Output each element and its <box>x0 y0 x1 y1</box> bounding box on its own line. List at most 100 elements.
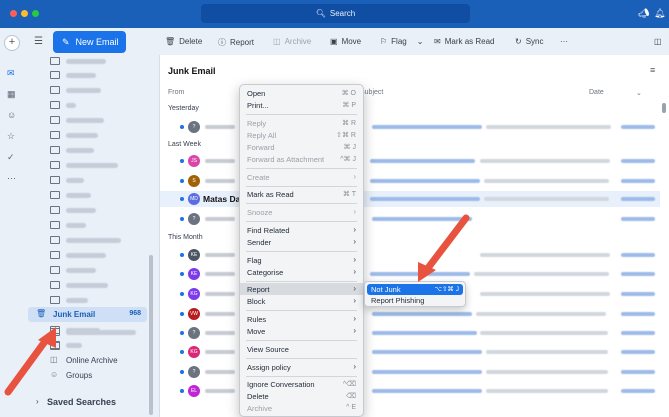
chevron-down-icon[interactable]: ⌄ <box>417 37 424 46</box>
delete-button[interactable]: 🗑︎ Delete <box>165 37 202 46</box>
folder-item[interactable] <box>50 85 150 96</box>
people-icon[interactable]: ☺ <box>7 110 16 120</box>
unread-dot <box>180 350 184 354</box>
toolbar: + ☰ ✎ New Email 🗑︎ Delete ⓘ Report ◫ Archiv… <box>0 28 669 55</box>
new-email-button[interactable]: ✎ New Email <box>53 31 126 53</box>
avatar: ? <box>188 121 200 133</box>
archive-button[interactable]: ◫ Archive <box>273 37 311 46</box>
column-date[interactable]: Date <box>589 89 604 96</box>
message-row[interactable]: JS <box>160 153 660 169</box>
add-account-button[interactable]: + <box>4 35 20 51</box>
more-apps-icon[interactable]: ⋯ <box>7 173 16 184</box>
menu-item-move[interactable]: Move › <box>240 325 363 337</box>
message-row-selected[interactable]: MD Matas Da <box>160 191 660 207</box>
menu-item-print[interactable]: Print... ⌘ P <box>240 99 363 111</box>
message-list: Junk Email ≡ From Subject Date ⌄ Yesterd… <box>159 55 669 417</box>
mark-as-read-button[interactable]: ✉ Mark as Read <box>434 37 495 46</box>
folder-scrollbar[interactable] <box>149 255 153 415</box>
menu-item-forward-as-attachment: Forward as Attachment ^⌘ J <box>247 155 356 164</box>
mail-icon[interactable]: ✉ <box>7 68 15 79</box>
folder-item[interactable] <box>50 327 150 338</box>
move-button[interactable]: ▣ Move <box>330 37 361 46</box>
submenu-item-not-junk[interactable]: Not Junk ⌥⇧⌘ J <box>367 284 463 295</box>
folder-item-online-archive[interactable]: Online Archive <box>66 356 118 365</box>
message-row[interactable]: S <box>160 173 660 189</box>
folder-item[interactable] <box>50 341 150 352</box>
report-button[interactable]: ⓘ Report <box>218 37 254 48</box>
unread-dot <box>180 179 184 183</box>
archive-icon: ◫ <box>273 37 281 46</box>
message-row[interactable]: VW <box>160 306 660 322</box>
menu-item-mark-as-read[interactable]: Mark as Read ⌘ T <box>240 188 363 200</box>
favorites-star-icon[interactable]: ☆ <box>7 131 15 142</box>
new-email-label: New Email <box>75 37 119 47</box>
folder-item-junk-email[interactable]: 🗑︎ Junk Email 968 <box>28 307 147 322</box>
column-from[interactable]: From <box>168 89 184 96</box>
calendar-icon[interactable]: ▦ <box>7 89 16 100</box>
folder-item[interactable] <box>50 235 150 246</box>
more-button[interactable]: ··· <box>560 37 568 46</box>
message-row[interactable]: ? <box>160 364 660 380</box>
folder-item[interactable] <box>50 220 150 231</box>
folder-item[interactable] <box>50 265 150 276</box>
saved-searches-heading[interactable]: Saved Searches <box>47 397 116 407</box>
menu-item-view-source[interactable]: View Source <box>240 343 363 355</box>
folder-item[interactable] <box>50 295 150 306</box>
tasks-check-icon[interactable]: ✓ <box>7 152 15 163</box>
menu-item-rules[interactable]: Rules › <box>240 313 363 325</box>
menu-item-reply-all: Reply All ⇧⌘ R <box>247 131 356 140</box>
menu-item-flag[interactable]: Flag › <box>240 254 363 266</box>
folder-item[interactable] <box>50 145 150 156</box>
message-row[interactable]: KE <box>160 266 660 282</box>
close-window-button[interactable] <box>10 10 17 17</box>
sort-chevron-icon[interactable]: ⌄ <box>636 89 642 97</box>
menu-item-block[interactable]: Block › <box>240 295 363 307</box>
message-row[interactable]: ? <box>160 325 660 341</box>
folder-icon <box>50 221 60 229</box>
folder-item-groups[interactable]: Groups <box>66 371 92 380</box>
message-row[interactable]: KG <box>160 344 660 360</box>
folder-item[interactable] <box>50 190 150 201</box>
menu-item-assign-policy[interactable]: Assign policy › <box>240 361 363 373</box>
chevron-right-icon[interactable]: › <box>36 397 39 406</box>
folder-item[interactable] <box>50 250 150 261</box>
folder-icon <box>50 161 60 169</box>
menu-item-ignore-conversation[interactable]: Ignore Conversation ^⌫ <box>240 378 363 390</box>
sync-button[interactable]: ↻ Sync <box>515 37 544 46</box>
reading-pane-icon[interactable]: ◫ <box>654 37 662 46</box>
message-list-scrollbar[interactable] <box>662 103 666 113</box>
message-row[interactable]: EL <box>160 383 660 399</box>
message-row[interactable]: ? <box>160 119 660 135</box>
menu-item-find-related[interactable]: Find Related › <box>240 224 363 236</box>
menu-item-categorise[interactable]: Categorise › <box>240 266 363 278</box>
report-submenu: Not Junk ⌥⇧⌘ J Report Phishing <box>364 281 466 307</box>
folder-item[interactable] <box>50 205 150 216</box>
search-bar[interactable]: 🔍︎ Search <box>201 4 470 23</box>
flag-button[interactable]: ⚐ Flag ⌄ <box>380 37 423 46</box>
menu-item-open[interactable]: Open ⌘ O <box>240 87 363 99</box>
avatar: KG <box>188 288 200 300</box>
message-row[interactable]: KE <box>160 247 660 263</box>
folder-item[interactable] <box>50 100 150 111</box>
search-label: Search <box>329 9 356 18</box>
menu-item-delete[interactable]: Delete ⌫ <box>240 390 363 402</box>
bell-icon[interactable]: 🔔︎ <box>654 8 665 19</box>
folder-item[interactable] <box>50 70 150 81</box>
submenu-item-report-phishing[interactable]: Report Phishing <box>371 296 424 305</box>
folder-item[interactable] <box>50 175 150 186</box>
menu-item-sender[interactable]: Sender › <box>240 236 363 248</box>
menu-item-report[interactable]: Report › <box>240 283 363 295</box>
message-row[interactable]: ? <box>160 211 660 227</box>
folder-item[interactable] <box>50 56 150 67</box>
sync-icon: ↻ <box>515 37 522 46</box>
folder-item[interactable] <box>50 130 150 141</box>
folder-item[interactable] <box>50 280 150 291</box>
minimize-window-button[interactable] <box>21 10 28 17</box>
filter-icon[interactable]: ≡ <box>650 65 655 75</box>
megaphone-icon[interactable]: 📣︎ <box>638 8 649 19</box>
folder-item[interactable] <box>50 115 150 126</box>
hamburger-menu-icon[interactable]: ☰ <box>34 36 43 47</box>
zoom-window-button[interactable] <box>32 10 39 17</box>
folder-item[interactable] <box>50 160 150 171</box>
unread-dot <box>180 312 184 316</box>
